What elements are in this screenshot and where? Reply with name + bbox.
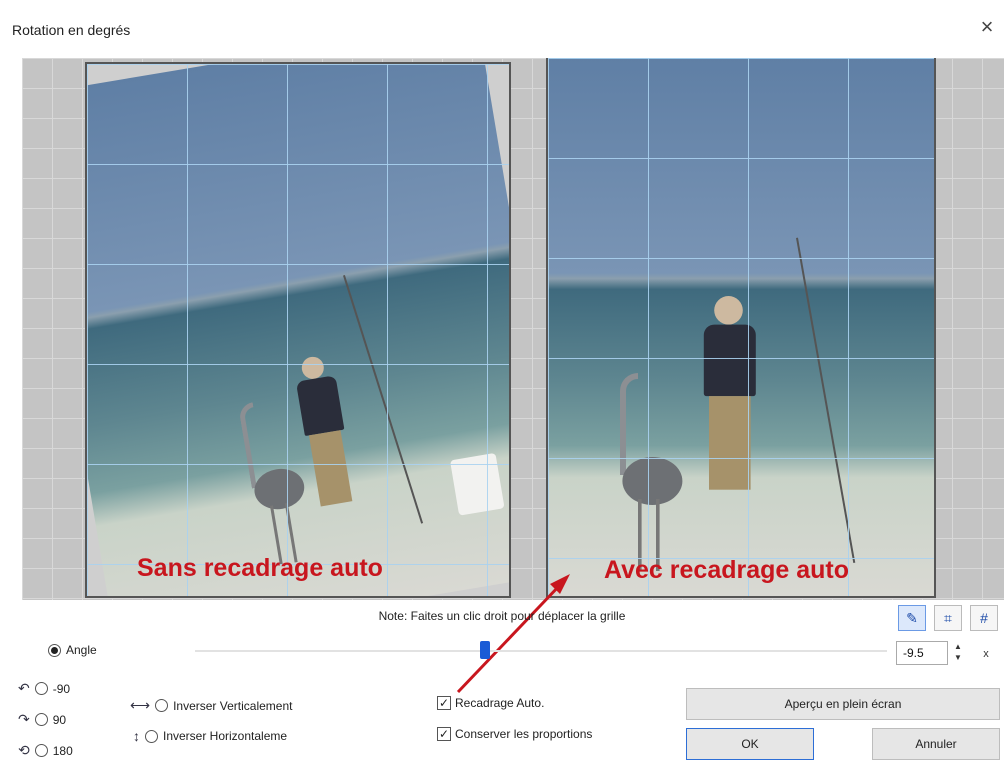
flip-label: Inverser Horizontaleme bbox=[163, 729, 288, 743]
angle-slider-track[interactable] bbox=[195, 650, 887, 652]
grid-note: Note: Faites un clic droit pour déplacer… bbox=[378, 609, 626, 623]
flip-vertical-arrows-icon: ↕ bbox=[133, 728, 140, 744]
checkbox-box: ✓ bbox=[437, 696, 451, 710]
radio-indicator bbox=[48, 643, 61, 657]
rotate-180-icon: ⟲ bbox=[18, 742, 30, 758]
checkbox-label: Conserver les proportions bbox=[455, 727, 593, 741]
rotate-label: 180 bbox=[52, 743, 73, 758]
rotate-label: 90 bbox=[52, 712, 67, 727]
flip-horizontal-arrows-icon: ⟷ bbox=[130, 697, 151, 713]
grid-icon[interactable]: # bbox=[970, 605, 998, 631]
angle-input[interactable]: -9.5 bbox=[896, 641, 948, 665]
flip-horizontal-option[interactable]: ↕ Inverser Horizontaleme bbox=[133, 728, 287, 744]
crop-icon[interactable]: ⌗ bbox=[934, 605, 962, 631]
checkbox-label: Recadrage Auto. bbox=[455, 696, 545, 710]
radio-indicator bbox=[155, 699, 169, 712]
radio-indicator bbox=[34, 682, 48, 695]
rotate-180[interactable]: ⟲ 180 bbox=[18, 742, 73, 759]
cancel-button[interactable]: Annuler bbox=[872, 728, 1000, 760]
rotate-label: -90 bbox=[52, 681, 71, 696]
keep-ratio-checkbox[interactable]: ✓ Conserver les proportions bbox=[437, 727, 592, 741]
fullscreen-preview-button[interactable]: Aperçu en plein écran bbox=[686, 688, 1000, 720]
rotate-minus-90[interactable]: ↶ -90 bbox=[18, 680, 70, 697]
flip-label: Inverser Verticalement bbox=[173, 698, 293, 713]
flip-vertical-option[interactable]: ⟷ Inverser Verticalement bbox=[130, 697, 292, 714]
angle-slider-thumb[interactable] bbox=[480, 641, 490, 659]
radio-indicator bbox=[145, 729, 158, 743]
pencil-icon[interactable]: ✎ bbox=[898, 605, 926, 631]
angle-radio[interactable]: Angle bbox=[48, 643, 97, 657]
checkbox-box: ✓ bbox=[437, 727, 451, 741]
radio-indicator bbox=[34, 744, 48, 757]
auto-crop-checkbox[interactable]: ✓ Recadrage Auto. bbox=[437, 696, 544, 710]
annotation-arrow bbox=[456, 574, 570, 694]
angle-reset-button[interactable]: x bbox=[976, 645, 996, 663]
angle-label: Angle bbox=[66, 643, 97, 657]
angle-spinner[interactable]: ▲ ▼ bbox=[950, 641, 966, 665]
radio-indicator bbox=[34, 713, 48, 726]
ok-button[interactable]: OK bbox=[686, 728, 814, 760]
rotate-90[interactable]: ↷ 90 bbox=[18, 711, 66, 728]
rotate-right-icon: ↷ bbox=[18, 711, 30, 727]
rotate-left-icon: ↶ bbox=[18, 680, 30, 696]
